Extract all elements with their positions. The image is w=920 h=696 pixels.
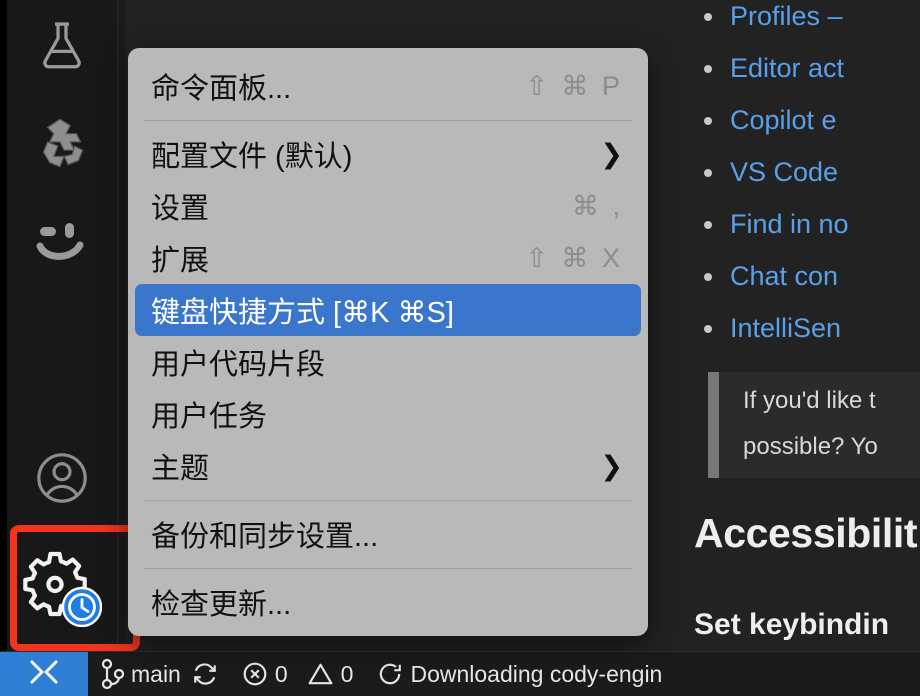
list-item[interactable]: Copilot e [690, 94, 849, 146]
menu-item-label: 主题 [151, 453, 210, 485]
menu-item-label: 用户任务 [151, 401, 268, 433]
vscode-window: Profiles – Editor act Copilot e VS Code … [0, 0, 920, 696]
smiley-icon [32, 219, 92, 265]
menu-separator [144, 120, 632, 121]
menu-item-label: 设置 [151, 193, 210, 225]
status-problems[interactable]: 0 0 [230, 652, 366, 696]
menu-item-label: 命令面板... [151, 73, 292, 105]
status-notification-label: Downloading cody-engin [410, 660, 663, 687]
menu-item-label: 配置文件 (默认) [151, 141, 353, 173]
list-item[interactable]: Chat con [690, 250, 849, 302]
account-icon [33, 449, 91, 507]
section-heading: Set keybindin [694, 608, 890, 641]
activity-item-cody[interactable] [7, 98, 117, 190]
documentation-content: Profiles – Editor act Copilot e VS Code … [690, 0, 920, 690]
menu-item-command-palette[interactable]: 命令面板... ⇧ ⌘ P [135, 60, 641, 112]
beaker-icon [34, 18, 90, 74]
status-branch[interactable]: main [88, 652, 230, 696]
menu-item-label: 扩展 [151, 245, 210, 277]
status-notification[interactable]: Downloading cody-engin [365, 652, 674, 696]
menu-item-accel: ⌘ , [571, 190, 623, 221]
menu-separator [144, 568, 632, 569]
list-item[interactable]: Editor act [690, 42, 849, 94]
activity-item-manage[interactable] [0, 538, 110, 638]
chevron-right-icon: ❯ [600, 450, 623, 481]
page-title: Accessibilit [694, 510, 918, 556]
doc-link[interactable]: IntelliSen [730, 313, 841, 343]
doc-link[interactable]: Editor act [730, 53, 844, 83]
status-bar: main 0 0 Downloading cody-engin [0, 651, 920, 696]
blockquote-line: possible? Yo [743, 433, 878, 460]
blockquote-bar [708, 372, 719, 478]
menu-separator [144, 500, 632, 501]
menu-item-user-snippets[interactable]: 用户代码片段 [135, 336, 641, 388]
menu-item-label: 键盘快捷方式 [⌘K ⌘S] [151, 297, 454, 329]
error-count: 0 [274, 660, 288, 687]
warning-icon [307, 661, 334, 687]
doc-link[interactable]: Chat con [730, 261, 838, 291]
editor-left-gutter [117, 0, 125, 696]
menu-item-profiles[interactable]: 配置文件 (默认) ❯ [135, 128, 641, 180]
manage-context-menu: 命令面板... ⇧ ⌘ P 配置文件 (默认) ❯ 设置 ⌘ , 扩展 ⇧ ⌘ … [128, 48, 648, 636]
status-remote-indicator[interactable] [0, 652, 88, 696]
error-icon [242, 661, 268, 687]
doc-link[interactable]: Find in no [730, 209, 849, 239]
menu-item-user-tasks[interactable]: 用户任务 [135, 388, 641, 440]
list-item[interactable]: VS Code [690, 146, 849, 198]
doc-link[interactable]: Copilot e [730, 105, 837, 135]
loading-icon [377, 661, 403, 687]
menu-item-backup-and-sync-settings[interactable]: 备份和同步设置... [135, 508, 641, 560]
blockquote-text: If you'd like t possible? Yo [743, 378, 920, 470]
list-item[interactable]: IntelliSen [690, 302, 849, 354]
blockquote-callout: If you'd like t possible? Yo [708, 372, 920, 478]
clock-badge-icon [61, 586, 103, 632]
activity-item-testing[interactable] [7, 0, 117, 92]
doc-link[interactable]: VS Code [730, 157, 838, 187]
blockquote-line: If you'd like t [743, 387, 876, 414]
menu-item-label: 检查更新... [151, 589, 292, 621]
chevron-right-icon: ❯ [600, 138, 623, 169]
menu-item-label: 用户代码片段 [151, 349, 326, 381]
menu-item-keyboard-shortcuts[interactable]: 键盘快捷方式 [⌘K ⌘S] [135, 284, 641, 336]
menu-item-check-for-updates[interactable]: 检查更新... [135, 576, 641, 628]
doc-link[interactable]: Profiles – [730, 1, 843, 31]
remote-window-icon [26, 657, 62, 692]
menu-item-accel: ⇧ ⌘ P [525, 70, 623, 101]
menu-item-extensions[interactable]: 扩展 ⇧ ⌘ X [135, 232, 641, 284]
list-item[interactable]: Find in no [690, 198, 849, 250]
warning-count: 0 [340, 660, 354, 687]
activity-item-smiley[interactable] [7, 196, 117, 288]
source-control-branch-icon [100, 658, 124, 690]
menu-item-themes[interactable]: 主题 ❯ [135, 440, 641, 492]
menu-item-label: 备份和同步设置... [151, 521, 379, 553]
sourcegraph-cody-icon [29, 111, 95, 177]
doc-link-list: Profiles – Editor act Copilot e VS Code … [690, 0, 849, 354]
sync-icon [192, 661, 218, 687]
status-branch-label: main [131, 660, 181, 687]
menu-item-settings[interactable]: 设置 ⌘ , [135, 180, 641, 232]
list-item[interactable]: Profiles – [690, 0, 849, 42]
menu-item-accel: ⇧ ⌘ X [525, 242, 623, 273]
activity-item-accounts[interactable] [7, 432, 117, 524]
